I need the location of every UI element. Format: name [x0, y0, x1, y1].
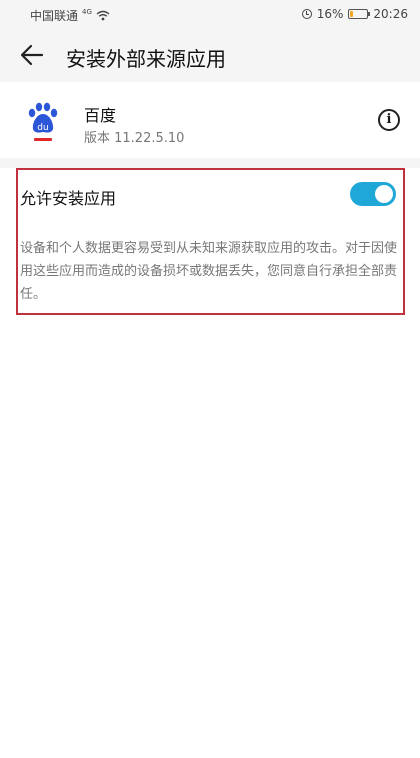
network-badge: 4G: [82, 7, 92, 16]
wifi-icon: [96, 10, 110, 21]
back-arrow-icon: [20, 44, 44, 66]
status-left: 中国联通 4G: [30, 7, 110, 24]
allow-install-label: 允许安装应用: [20, 189, 117, 208]
allow-install-toggle[interactable]: [350, 182, 396, 206]
title-bar: 安装外部来源应用: [0, 30, 420, 82]
warning-text: 设备和个人数据更容易受到从未知来源获取应用的攻击。对于因使用这些应用而造成的设备…: [20, 241, 398, 302]
carrier-name: 中国联通: [30, 9, 79, 23]
battery-icon: [348, 9, 371, 19]
back-button[interactable]: [18, 40, 48, 70]
battery-percent: 16%: [316, 7, 344, 21]
toggle-knob: [375, 185, 393, 203]
section-divider: [0, 158, 420, 168]
baidu-paw-icon: du: [26, 102, 60, 142]
status-right: 16% 20:26: [301, 7, 408, 21]
clock: 20:26: [373, 7, 408, 21]
status-bar: 中国联通 4G 16% 20:26: [0, 0, 420, 28]
app-version: 版本 11.22.5.10: [84, 131, 185, 146]
page-title: 安装外部来源应用: [66, 47, 226, 71]
app-name: 百度: [84, 106, 117, 125]
info-icon[interactable]: i: [378, 109, 400, 131]
app-info-row: du 百度 版本 11.22.5.10 i: [0, 82, 420, 158]
battery-fill: [350, 11, 354, 17]
alarm-icon: [301, 9, 312, 19]
svg-text:du: du: [37, 123, 48, 133]
